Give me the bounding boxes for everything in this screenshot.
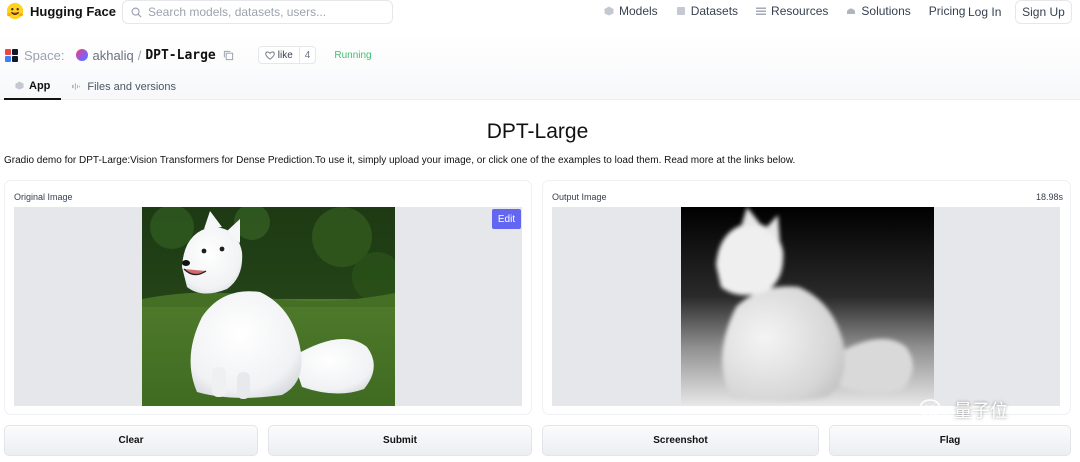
brand[interactable]: Hugging Face xyxy=(6,2,116,20)
like-count: 4 xyxy=(304,49,311,61)
edit-button[interactable]: Edit xyxy=(492,209,521,229)
top-navigation-bar: Hugging Face Models Datasets Resources S… xyxy=(0,0,1080,25)
nav-datasets[interactable]: Datasets xyxy=(676,4,738,18)
clear-button[interactable]: Clear xyxy=(4,425,258,456)
nav-resources-label: Resources xyxy=(771,4,829,18)
nav-models[interactable]: Models xyxy=(604,4,658,18)
space-header: Space: akhaliq / DPT-Large like 4 Runnin… xyxy=(0,34,1080,100)
tab-app[interactable]: App xyxy=(4,73,62,100)
submit-button[interactable]: Submit xyxy=(268,425,532,456)
search-icon xyxy=(131,7,142,18)
hugging-face-logo-icon xyxy=(6,2,24,20)
space-grid-icon xyxy=(5,48,18,62)
space-tabs: App Files and versions xyxy=(4,73,187,100)
wechat-icon xyxy=(919,399,947,421)
space-title-line: Space: akhaliq / DPT-Large like 4 Runnin… xyxy=(5,46,372,64)
watermark: 量子位 xyxy=(918,397,1008,423)
like-label: like xyxy=(277,49,293,61)
watermark-text: 量子位 xyxy=(954,401,1008,421)
depth-map-image xyxy=(681,207,934,406)
datasets-icon xyxy=(676,7,685,15)
app-title: DPT-Large xyxy=(486,120,589,143)
tab-files-and-versions[interactable]: Files and versions xyxy=(61,73,187,100)
like-left: like xyxy=(259,47,300,63)
search-box[interactable] xyxy=(122,0,393,24)
screenshot-button[interactable]: Screenshot xyxy=(542,425,819,456)
input-image-panel: Original Image Edit xyxy=(4,180,532,415)
status-badge: Running xyxy=(334,49,372,61)
main-nav: Models Datasets Resources Solutions Pric… xyxy=(604,4,983,18)
inference-time: 18.98s xyxy=(1035,192,1063,202)
signup-button[interactable]: Sign Up xyxy=(1015,0,1072,24)
nav-models-label: Models xyxy=(619,4,658,18)
path-separator: / xyxy=(137,47,142,63)
input-image-dropzone[interactable] xyxy=(14,207,522,406)
models-icon xyxy=(604,6,614,16)
resources-icon xyxy=(756,7,767,15)
output-image-panel: Output Image 18.98s xyxy=(542,180,1071,415)
nav-pricing[interactable]: Pricing xyxy=(929,4,966,18)
files-icon xyxy=(72,83,81,90)
owner-avatar[interactable] xyxy=(76,49,89,61)
space-label: Space: xyxy=(24,47,65,63)
nav-solutions-label: Solutions xyxy=(861,4,911,18)
owner-link[interactable]: akhaliq xyxy=(92,48,133,63)
nav-datasets-label: Datasets xyxy=(690,4,739,18)
search-input[interactable] xyxy=(148,5,378,19)
copy-icon[interactable] xyxy=(223,50,234,61)
like-button[interactable]: like 4 xyxy=(257,46,317,64)
dog-photo-image xyxy=(142,207,395,406)
output-image-area xyxy=(552,207,1060,406)
input-image-label: Original Image xyxy=(14,192,73,202)
flag-button[interactable]: Flag xyxy=(829,425,1071,456)
app-icon xyxy=(15,81,24,90)
nav-resources[interactable]: Resources xyxy=(756,4,828,18)
tab-files-label: Files and versions xyxy=(87,80,177,93)
solutions-icon xyxy=(847,8,856,14)
repo-name-link[interactable]: DPT-Large xyxy=(145,48,215,63)
login-link[interactable]: Log In xyxy=(968,5,1001,19)
nav-solutions[interactable]: Solutions xyxy=(846,4,911,18)
brand-name: Hugging Face xyxy=(30,3,116,19)
tab-app-label: App xyxy=(29,79,51,92)
app-description: Gradio demo for DPT-Large:Vision Transfo… xyxy=(4,155,796,166)
heart-icon xyxy=(265,51,275,60)
nav-pricing-label: Pricing xyxy=(928,4,966,18)
output-image-label: Output Image xyxy=(552,192,607,202)
